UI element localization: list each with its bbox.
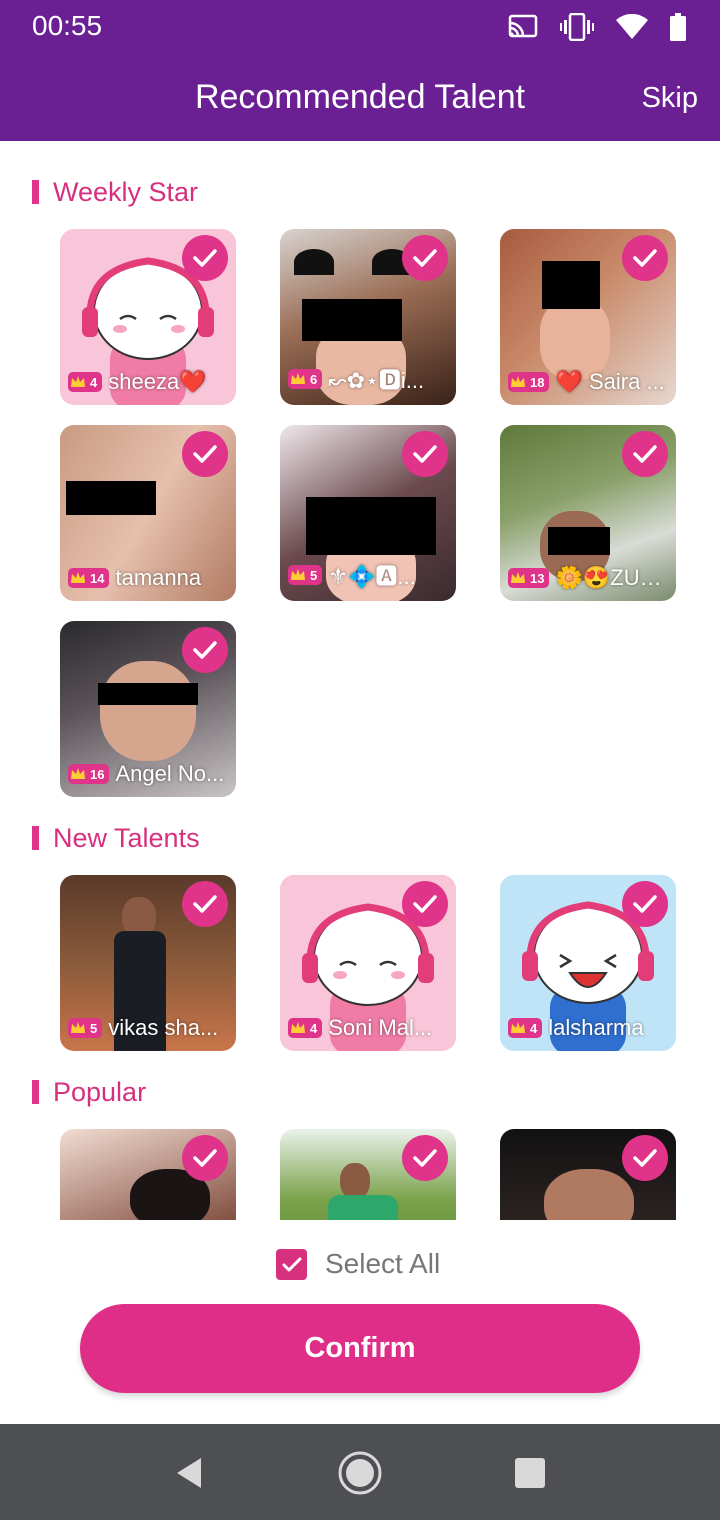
crown-icon — [511, 572, 525, 583]
selected-check-icon[interactable] — [182, 627, 228, 673]
talent-name: vikas sha... — [108, 1015, 219, 1040]
level-badge: 4 — [508, 1018, 543, 1038]
back-icon[interactable] — [164, 1448, 214, 1498]
selected-check-icon[interactable] — [182, 431, 228, 477]
selected-check-icon[interactable] — [402, 1135, 448, 1181]
crown-icon — [291, 373, 305, 384]
section-weekly-star: Weekly Star — [32, 177, 198, 207]
redaction-bar — [98, 683, 198, 705]
home-icon[interactable] — [335, 1448, 385, 1498]
talent-card[interactable] — [60, 1129, 236, 1220]
crown-icon — [71, 376, 85, 387]
talent-name: 🌼😍ZUB... — [555, 565, 670, 590]
status-icons — [508, 10, 686, 44]
selected-check-icon[interactable] — [622, 431, 668, 477]
crown-icon — [71, 768, 85, 779]
level-badge: 4 — [68, 372, 103, 392]
battery-icon — [670, 13, 686, 41]
selected-check-icon[interactable] — [622, 235, 668, 281]
selected-check-icon[interactable] — [182, 235, 228, 281]
talent-card[interactable]: 18 ❤️ Saira ... — [500, 229, 676, 405]
talent-card[interactable] — [280, 1129, 456, 1220]
confirm-button[interactable]: Confirm — [80, 1304, 640, 1393]
talent-card[interactable]: 5 ⚜💠🅰... — [280, 425, 456, 601]
skip-button[interactable]: Skip — [642, 82, 698, 115]
selected-check-icon[interactable] — [402, 235, 448, 281]
talent-card[interactable]: 5 vikas sha... — [60, 875, 236, 1051]
selected-check-icon[interactable] — [182, 881, 228, 927]
section-new-talents: New Talents — [32, 823, 200, 853]
selected-check-icon[interactable] — [622, 1135, 668, 1181]
section-title: Weekly Star — [53, 176, 199, 207]
crown-icon — [511, 376, 525, 387]
talent-name: tamanna — [115, 565, 202, 590]
app-header: 00:55 Recommended Talent Skip — [0, 0, 720, 141]
select-all-label: Select All — [325, 1248, 441, 1279]
crown-icon — [71, 572, 85, 583]
level-badge: 14 — [68, 568, 110, 588]
redaction-bar — [548, 527, 610, 555]
recents-icon[interactable] — [505, 1448, 555, 1498]
level-badge: 6 — [288, 369, 323, 389]
selected-check-icon[interactable] — [182, 1135, 228, 1181]
footer: Select All Confirm — [0, 1220, 720, 1424]
status-time: 00:55 — [32, 10, 103, 41]
talent-card[interactable]: 4 sheeza❤️ — [60, 229, 236, 405]
talent-name: Soni Mal... — [328, 1015, 433, 1040]
crown-icon — [511, 1022, 525, 1033]
talent-list[interactable]: Weekly Star 4 sheeza❤️ 6 ↜✿⋆🅳i... 18 ❤️ … — [0, 141, 720, 1220]
checkbox-checked-icon[interactable] — [276, 1248, 307, 1280]
selected-check-icon[interactable] — [622, 881, 668, 927]
redaction-bar — [66, 481, 156, 515]
talent-name: lalsharma — [548, 1015, 644, 1040]
cast-icon — [508, 14, 538, 40]
level-badge: 18 — [508, 372, 550, 392]
section-title: New Talents — [53, 822, 200, 853]
level-badge: 16 — [68, 764, 110, 784]
talent-card[interactable]: 13 🌼😍ZUB... — [500, 425, 676, 601]
redaction-bar — [542, 261, 600, 309]
redaction-bar — [306, 497, 436, 555]
crown-icon — [291, 569, 305, 580]
talent-name: ⚜💠🅰... — [328, 564, 416, 589]
wifi-icon — [616, 14, 648, 40]
system-nav-bar — [0, 1424, 720, 1520]
talent-name: sheeza❤️ — [108, 369, 207, 394]
crown-icon — [71, 1022, 85, 1033]
level-badge: 4 — [288, 1018, 323, 1038]
section-title: Popular — [53, 1076, 147, 1107]
talent-card[interactable]: 6 ↜✿⋆🅳i... — [280, 229, 456, 405]
talent-card[interactable] — [500, 1129, 676, 1220]
vibrate-icon — [560, 13, 594, 41]
level-badge: 5 — [288, 565, 323, 585]
talent-card[interactable]: 14 tamanna — [60, 425, 236, 601]
selected-check-icon[interactable] — [402, 881, 448, 927]
select-all-checkbox[interactable]: Select All — [276, 1248, 440, 1280]
talent-name: Angel No... — [115, 761, 225, 786]
crown-icon — [291, 1022, 305, 1033]
selected-check-icon[interactable] — [402, 431, 448, 477]
talent-card[interactable]: 4 lalsharma — [500, 875, 676, 1051]
talent-name: ❤️ Saira ... — [555, 369, 665, 394]
redaction-bar — [302, 299, 402, 341]
level-badge: 5 — [68, 1018, 103, 1038]
talent-card[interactable]: 16 Angel No... — [60, 621, 236, 797]
section-popular: Popular — [32, 1077, 146, 1107]
talent-card[interactable]: 4 Soni Mal... — [280, 875, 456, 1051]
level-badge: 13 — [508, 568, 550, 588]
talent-name: ↜✿⋆🅳i... — [328, 368, 425, 393]
page-title: Recommended Talent — [194, 78, 526, 116]
